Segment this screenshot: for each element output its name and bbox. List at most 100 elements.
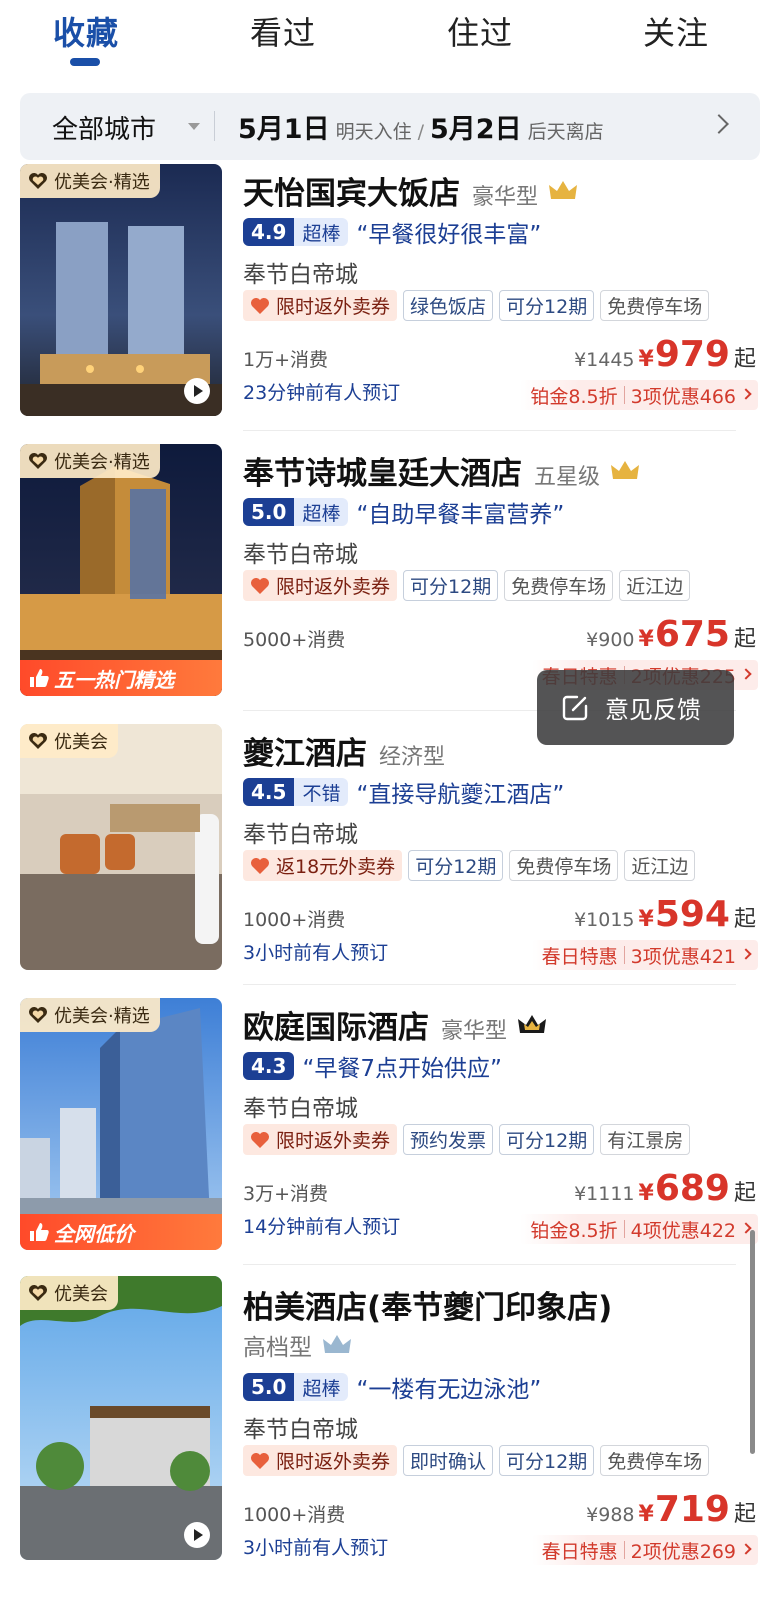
deal-divider — [623, 386, 625, 404]
hotel-photo[interactable]: 优美会·精选 — [20, 164, 222, 416]
play-icon[interactable] — [184, 378, 210, 404]
city-selector[interactable]: 全部城市 — [52, 109, 156, 146]
caret-down-icon[interactable] — [188, 123, 200, 130]
heart-icon — [29, 173, 47, 189]
tag: 近江边 — [624, 850, 696, 881]
banner-label: 五一热门精选 — [54, 667, 174, 692]
scrollbar[interactable] — [750, 1230, 755, 1454]
current-price: 689 — [654, 1168, 730, 1209]
hotel-title-row: 欧庭国际酒店 豪华型 — [243, 1002, 547, 1047]
hotel-card[interactable]: 优美会 柏美酒店(奉节夔门印象店) 高档型 5.0 超棒 “一楼有无边泳池” 奉… — [0, 1276, 780, 1616]
member-badge: 优美会·精选 — [20, 164, 160, 198]
tag-label: 限时返外卖券 — [276, 296, 391, 318]
tag-promo: 限时返外卖券 — [243, 570, 398, 601]
original-price: ¥900 — [586, 629, 635, 651]
chevron-right-icon[interactable] — [709, 114, 729, 134]
badge-label: 优美会 — [54, 732, 108, 753]
hotel-card[interactable]: 优美会·精选 全网低价 欧庭国际酒店 豪华型 4.3 “早餐7点开始供应” 奉节… — [0, 996, 780, 1276]
hotel-photo[interactable]: 优美会 — [20, 724, 222, 970]
tag: 有江景房 — [600, 1124, 691, 1155]
feedback-label: 意见反馈 — [605, 696, 701, 724]
hotel-name: 柏美酒店(奉节夔门印象店) — [243, 1290, 613, 1326]
recent-booking: 23分钟前有人预订 — [243, 382, 401, 404]
card-divider — [243, 430, 736, 431]
price-row: ¥1111 ¥ 689 起 — [574, 1168, 756, 1209]
hotel-photo[interactable]: 优美会·精选 全网低价 — [20, 998, 222, 1250]
deal-row[interactable]: 铂金8.5折 4项优惠422 — [520, 1214, 758, 1244]
price-suffix: 起 — [733, 907, 756, 932]
heart-icon — [251, 577, 269, 594]
tag: 预约发票 — [403, 1124, 494, 1155]
deal-row[interactable]: 春日特惠 3项优惠421 — [531, 940, 758, 970]
tag-list: 限时返外卖券 预约发票 可分12期 有江景房 — [243, 1124, 691, 1155]
feedback-button[interactable]: 意见反馈 — [537, 670, 734, 745]
hotel-location: 奉节白帝城 — [243, 1096, 358, 1122]
chevron-right-icon — [740, 1543, 752, 1555]
deal-divider — [623, 1220, 625, 1238]
hotel-class: 高档型 — [243, 1335, 312, 1361]
thumbs-up-icon — [30, 669, 49, 687]
price-suffix: 起 — [733, 1502, 756, 1527]
score-badge: 4.9 超棒 — [243, 218, 349, 246]
tab-stayed[interactable]: 住过 — [447, 8, 513, 54]
tag: 免费停车场 — [509, 850, 619, 881]
score-value: 5.0 — [243, 1373, 295, 1401]
score-badge: 5.0 超棒 — [243, 498, 349, 526]
price-suffix: 起 — [733, 627, 756, 652]
tag: 近江边 — [619, 570, 691, 601]
score-label: 超棒 — [294, 498, 349, 526]
badge-label: 优美会·精选 — [54, 1006, 150, 1027]
hotel-title-row: 天怡国宾大饭店 豪华型 — [243, 168, 578, 213]
hotel-title-row: 奉节诗城皇廷大酒店 五星级 — [243, 448, 640, 493]
hotel-name: 夔江酒店 — [243, 736, 367, 772]
hotel-card[interactable]: 优美会 夔江酒店 经济型 4.5 不错 “直接导航夔江酒店” 奉节白帝城 返18… — [0, 722, 780, 992]
deal-label: 春日特惠 — [541, 1540, 618, 1563]
checkout-note: 后天离店 — [527, 121, 604, 143]
hotel-class: 经济型 — [379, 745, 446, 770]
tag-label: 限时返外卖券 — [276, 1451, 391, 1473]
photo-banner: 五一热门精选 — [20, 660, 222, 696]
deal-row[interactable]: 铂金8.5折 3项优惠466 — [520, 380, 758, 410]
rating-row: 5.0 超棒 “一楼有无边泳池” — [243, 1370, 541, 1404]
tab-following[interactable]: 关注 — [643, 8, 709, 54]
recent-booking: 3小时前有人预订 — [243, 1537, 389, 1559]
checkout-date: 5月2日 — [430, 114, 522, 145]
tag: 绿色饭店 — [403, 290, 494, 321]
score-badge: 4.3 — [243, 1052, 295, 1080]
play-icon[interactable] — [184, 1522, 210, 1548]
hotel-title-row: 夔江酒店 经济型 — [243, 728, 445, 773]
score-label: 超棒 — [294, 1373, 349, 1401]
deal-label: 春日特惠 — [541, 945, 618, 968]
edit-note-icon — [562, 695, 588, 720]
tag: 即时确认 — [403, 1445, 494, 1476]
hotel-photo[interactable]: 优美会·精选 五一热门精选 — [20, 444, 222, 696]
hotel-photo[interactable]: 优美会 — [20, 1276, 222, 1560]
heart-icon — [251, 1131, 269, 1148]
active-tab-indicator — [70, 58, 100, 66]
hotel-name: 欧庭国际酒店 — [243, 1010, 429, 1046]
currency-symbol: ¥ — [638, 627, 654, 652]
hotel-card[interactable]: 优美会·精选 天怡国宾大饭店 豪华型 4.9 超棒 “早餐很好很丰富” 奉节白帝… — [0, 162, 780, 432]
deal-row[interactable]: 春日特惠 2项优惠269 — [531, 1535, 758, 1565]
banner-label: 全网低价 — [54, 1221, 134, 1246]
tab-favorites[interactable]: 收藏 — [53, 8, 119, 54]
date-selector[interactable]: 5月1日 明天入住 / 5月2日 后天离店 — [238, 107, 604, 146]
tag-list: 限时返外卖券 即时确认 可分12期 免费停车场 — [243, 1445, 710, 1476]
date-separator: / — [417, 121, 424, 143]
member-badge: 优美会 — [20, 1276, 118, 1310]
thumbs-up-icon — [30, 1223, 49, 1241]
tag: 可分12期 — [408, 850, 504, 881]
tag-label: 限时返外卖券 — [276, 1130, 391, 1152]
member-badge: 优美会·精选 — [20, 444, 160, 478]
deal-label: 铂金8.5折 — [530, 385, 618, 408]
tag: 可分12期 — [403, 570, 499, 601]
hotel-location: 奉节白帝城 — [243, 822, 358, 848]
card-divider — [243, 984, 736, 985]
tag-list: 返18元外卖券 可分12期 免费停车场 近江边 — [243, 850, 696, 881]
tab-viewed[interactable]: 看过 — [250, 8, 316, 54]
original-price: ¥1111 — [574, 1183, 635, 1205]
hotel-location: 奉节白帝城 — [243, 1417, 358, 1443]
heart-icon — [29, 1285, 47, 1301]
consumption-count: 5000+消费 — [243, 629, 346, 651]
recent-booking: 14分钟前有人预订 — [243, 1216, 401, 1238]
